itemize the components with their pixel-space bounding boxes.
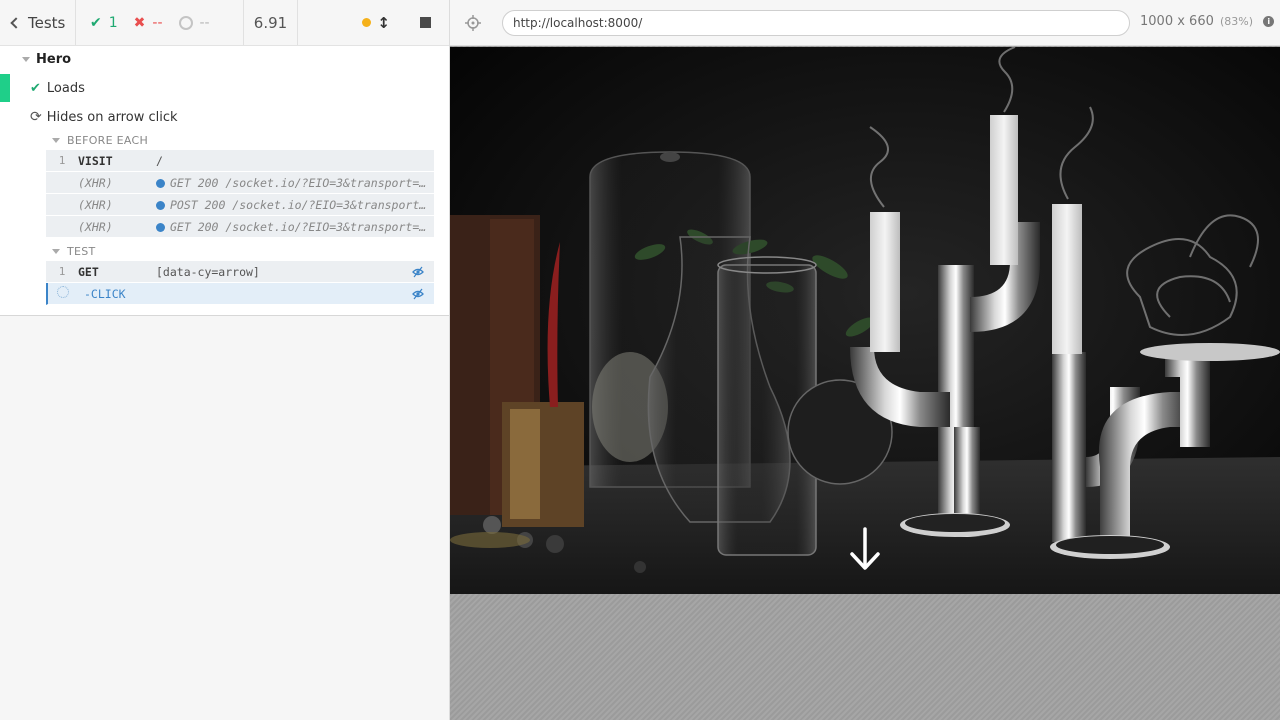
caret-down-icon bbox=[52, 249, 60, 254]
test-title: Loads bbox=[46, 80, 85, 96]
passed-stat: ✔ 1 bbox=[90, 15, 118, 31]
info-icon[interactable]: i bbox=[1263, 16, 1275, 27]
test-commands: 1 GET [data-cy=arrow] -CLICK bbox=[46, 261, 434, 305]
command-get[interactable]: 1 GET [data-cy=arrow] bbox=[46, 261, 434, 283]
tests-back-link[interactable]: Tests bbox=[0, 0, 76, 45]
hero-section bbox=[450, 47, 1280, 594]
hook-test[interactable]: TEST bbox=[52, 245, 96, 258]
command-name: (XHR) bbox=[78, 219, 113, 234]
xhr-status-dot-icon bbox=[156, 200, 165, 210]
suite-hero[interactable]: Hero bbox=[22, 52, 71, 67]
x-icon: ✖ bbox=[133, 14, 146, 31]
refresh-icon: ⟳ bbox=[30, 109, 42, 125]
command-message-wrap: GET 200 /socket.io/?EIO=3&transport=poll… bbox=[156, 176, 434, 190]
command-message: GET 200 /socket.io/?EIO=3&transport=poll… bbox=[170, 219, 434, 234]
runnables-list: Hero ✔ Loads ⟳ Hides on arrow click BEFO… bbox=[0, 46, 449, 316]
viewport-size: 1000 x 660 bbox=[1140, 14, 1214, 29]
command-message: [data-cy=arrow] bbox=[156, 264, 260, 279]
passed-count: 1 bbox=[108, 14, 118, 31]
command-pending-spinner bbox=[48, 286, 78, 301]
failed-count: -- bbox=[152, 14, 163, 31]
command-message: / bbox=[156, 153, 163, 168]
aut-header: http://localhost:8000/ 1000 x 660 (83%) … bbox=[450, 0, 1280, 46]
command-name: -CLICK bbox=[84, 286, 126, 301]
stop-button[interactable] bbox=[420, 17, 431, 28]
hero-image bbox=[450, 47, 1280, 594]
eye-slash-icon[interactable] bbox=[412, 266, 424, 278]
before-each-commands: 1 VISIT / (XHR) GET 200 /socket.io/?EIO=… bbox=[46, 150, 434, 238]
auto-scroll-toggle-icon[interactable]: ↕ bbox=[377, 14, 390, 32]
run-controls: ↕ bbox=[298, 0, 449, 45]
reporter-header: Tests ✔ 1 ✖ -- -- 6.91 ↕ bbox=[0, 0, 449, 46]
command-log-panel: Tests ✔ 1 ✖ -- -- 6.91 ↕ Hero ✔ Loads ⟳ … bbox=[0, 0, 450, 720]
hook-before-each[interactable]: BEFORE EACH bbox=[52, 134, 148, 147]
pending-stat: -- bbox=[178, 14, 210, 31]
chevron-left-icon bbox=[10, 17, 22, 29]
passed-indicator bbox=[0, 74, 10, 102]
command-xhr[interactable]: (XHR) GET 200 /socket.io/?EIO=3&transpor… bbox=[46, 172, 434, 194]
command-message-wrap: GET 200 /socket.io/?EIO=3&transport=poll… bbox=[156, 220, 434, 234]
hook-label: BEFORE EACH bbox=[67, 134, 149, 147]
pending-count: -- bbox=[199, 14, 210, 31]
command-message: GET 200 /socket.io/?EIO=3&transport=poll… bbox=[170, 175, 434, 190]
caret-down-icon bbox=[52, 138, 60, 143]
app-under-test-panel: http://localhost:8000/ 1000 x 660 (83%) … bbox=[450, 0, 1280, 720]
caret-down-icon bbox=[22, 57, 30, 62]
command-xhr[interactable]: (XHR) GET 200 /socket.io/?EIO=3&transpor… bbox=[46, 216, 434, 238]
test-stats: ✔ 1 ✖ -- -- bbox=[76, 0, 244, 45]
command-name: (XHR) bbox=[78, 197, 113, 212]
failed-stat: ✖ -- bbox=[134, 15, 163, 31]
pending-circle-icon bbox=[178, 15, 193, 30]
command-message: POST 200 /socket.io/?EIO=3&transport=pol… bbox=[170, 197, 434, 212]
run-duration: 6.91 bbox=[244, 0, 298, 45]
spinner-icon bbox=[57, 286, 69, 298]
test-hides-on-arrow-click[interactable]: ⟳ Hides on arrow click bbox=[0, 103, 449, 131]
xhr-status-dot-icon bbox=[156, 222, 165, 232]
command-click[interactable]: -CLICK bbox=[46, 283, 434, 305]
arrow-down-icon[interactable] bbox=[848, 525, 882, 575]
selector-playground-icon[interactable] bbox=[465, 15, 481, 31]
command-name: VISIT bbox=[78, 153, 113, 168]
command-number: 1 bbox=[58, 265, 66, 278]
command-xhr[interactable]: (XHR) POST 200 /socket.io/?EIO=3&transpo… bbox=[46, 194, 434, 216]
test-title: Hides on arrow click bbox=[46, 109, 178, 125]
running-status-dot bbox=[362, 18, 372, 27]
command-name: (XHR) bbox=[78, 175, 113, 190]
xhr-status-dot-icon bbox=[156, 178, 165, 188]
command-name: GET bbox=[78, 264, 99, 279]
suite-title: Hero bbox=[36, 52, 72, 67]
check-icon: ✔ bbox=[30, 80, 41, 96]
viewport-scale: (83%) bbox=[1220, 15, 1254, 28]
command-visit[interactable]: 1 VISIT / bbox=[46, 150, 434, 172]
command-number: 1 bbox=[58, 154, 66, 167]
check-icon: ✔ bbox=[90, 14, 102, 31]
viewport-info: 1000 x 660 (83%) i bbox=[1140, 14, 1275, 29]
eye-slash-icon[interactable] bbox=[412, 288, 424, 300]
test-loads[interactable]: ✔ Loads bbox=[0, 74, 449, 102]
command-message-wrap: POST 200 /socket.io/?EIO=3&transport=pol… bbox=[156, 198, 434, 212]
tests-link-label: Tests bbox=[28, 13, 66, 32]
hook-label: TEST bbox=[67, 245, 96, 258]
url-bar[interactable]: http://localhost:8000/ bbox=[502, 10, 1130, 36]
